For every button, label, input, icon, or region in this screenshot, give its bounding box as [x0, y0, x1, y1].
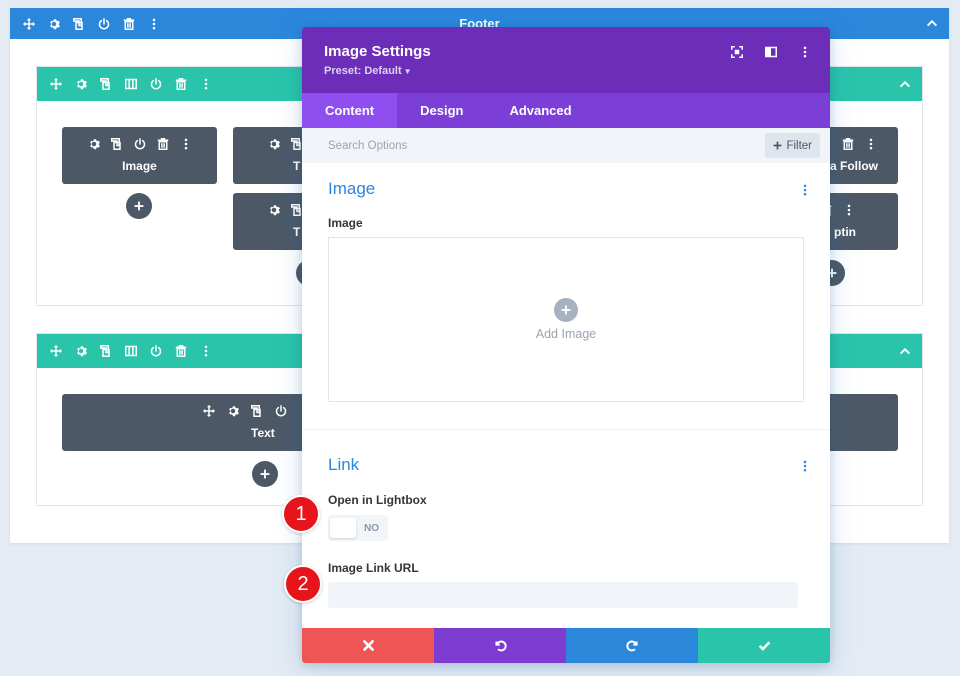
module-label: a Follow [830, 159, 878, 173]
duplicate-icon[interactable] [72, 17, 86, 31]
modal-body: Image Image Add Image Link Open in Light… [302, 179, 830, 608]
add-image-text: Add Image [535, 327, 597, 341]
lightbox-label: Open in Lightbox [328, 493, 427, 507]
move-icon[interactable] [22, 17, 36, 31]
tab-design[interactable]: Design [397, 93, 486, 128]
undo-button[interactable] [434, 628, 566, 663]
add-module-button[interactable] [252, 461, 278, 487]
group-divider [302, 429, 830, 430]
modal-header: Image Settings Preset: Default ▼ [302, 27, 830, 93]
step-badge-2: 2 [284, 565, 322, 603]
trash-icon[interactable] [174, 77, 188, 91]
expand-icon[interactable] [730, 45, 744, 59]
kebab-icon[interactable] [798, 45, 812, 59]
plus-icon [773, 141, 782, 150]
kebab-icon[interactable] [179, 137, 193, 151]
kebab-icon[interactable] [798, 183, 812, 197]
kebab-icon[interactable] [864, 137, 878, 151]
move-icon[interactable] [49, 77, 63, 91]
module-label: T [293, 159, 301, 173]
close-icon [362, 639, 375, 652]
trash-icon[interactable] [174, 344, 188, 358]
chevron-up-icon[interactable] [925, 16, 939, 30]
trash-icon[interactable] [156, 137, 170, 151]
gear-icon[interactable] [74, 77, 88, 91]
power-icon[interactable] [97, 17, 111, 31]
duplicate-icon[interactable] [250, 404, 264, 418]
gear-icon[interactable] [226, 404, 240, 418]
kebab-icon[interactable] [798, 459, 812, 473]
filter-button[interactable]: Filter [765, 133, 820, 158]
kebab-icon[interactable] [199, 344, 213, 358]
search-input[interactable] [328, 139, 708, 152]
module-label: T [293, 225, 301, 239]
image-module[interactable]: Image [62, 127, 217, 184]
kebab-icon[interactable] [147, 17, 161, 31]
trash-icon[interactable] [841, 137, 855, 151]
module-label: ptin [834, 225, 856, 239]
gear-icon[interactable] [47, 17, 61, 31]
move-icon[interactable] [202, 404, 216, 418]
duplicate-icon[interactable] [110, 137, 124, 151]
cancel-button[interactable] [302, 628, 434, 663]
module-label: Text [251, 426, 275, 440]
image-field-label: Image [328, 216, 363, 230]
modal-tabs: Content Design Advanced [302, 93, 830, 128]
chevron-up-icon[interactable] [898, 344, 912, 358]
plus-icon [554, 298, 578, 322]
undo-icon [494, 639, 507, 652]
tab-advanced[interactable]: Advanced [486, 93, 594, 128]
toggle-value: NO [364, 522, 379, 534]
duplicate-icon[interactable] [99, 77, 113, 91]
check-icon [758, 639, 771, 652]
link-group-title[interactable]: Link [328, 455, 804, 475]
redo-icon [626, 639, 639, 652]
image-link-url-input[interactable] [328, 582, 798, 608]
power-icon[interactable] [274, 404, 288, 418]
image-upload-area[interactable]: Add Image [328, 237, 804, 402]
gear-icon[interactable] [87, 137, 101, 151]
power-icon[interactable] [149, 77, 163, 91]
image-settings-modal: Image Settings Preset: Default ▼ Content … [302, 27, 830, 663]
search-bar: Filter [302, 128, 830, 163]
image-group-title[interactable]: Image [328, 179, 804, 199]
kebab-icon[interactable] [842, 203, 856, 217]
gear-icon[interactable] [74, 344, 88, 358]
image-link-url-label: Image Link URL [328, 561, 419, 575]
step-badge-1: 1 [282, 495, 320, 533]
group-title-text: Image [328, 179, 376, 198]
caret-down-icon: ▼ [403, 67, 412, 76]
move-icon[interactable] [49, 344, 63, 358]
preset-selector[interactable]: Preset: Default ▼ [324, 65, 808, 77]
split-view-icon[interactable] [764, 45, 778, 59]
toggle-knob [330, 518, 356, 538]
trash-icon[interactable] [122, 17, 136, 31]
columns-icon[interactable] [124, 344, 138, 358]
module-label: Image [122, 159, 157, 173]
lightbox-toggle[interactable]: NO [328, 515, 388, 541]
power-icon[interactable] [149, 344, 163, 358]
modal-footer [302, 628, 830, 663]
redo-button[interactable] [566, 628, 698, 663]
duplicate-icon[interactable] [99, 344, 113, 358]
gear-icon[interactable] [267, 137, 281, 151]
filter-label: Filter [786, 139, 812, 152]
chevron-up-icon[interactable] [898, 77, 912, 91]
group-title-text: Link [328, 455, 360, 474]
kebab-icon[interactable] [199, 77, 213, 91]
power-icon[interactable] [133, 137, 147, 151]
gear-icon[interactable] [267, 203, 281, 217]
save-button[interactable] [698, 628, 830, 663]
preset-label: Preset: Default [324, 65, 402, 77]
tab-content[interactable]: Content [302, 93, 398, 128]
columns-icon[interactable] [124, 77, 138, 91]
add-module-button[interactable] [126, 193, 152, 219]
